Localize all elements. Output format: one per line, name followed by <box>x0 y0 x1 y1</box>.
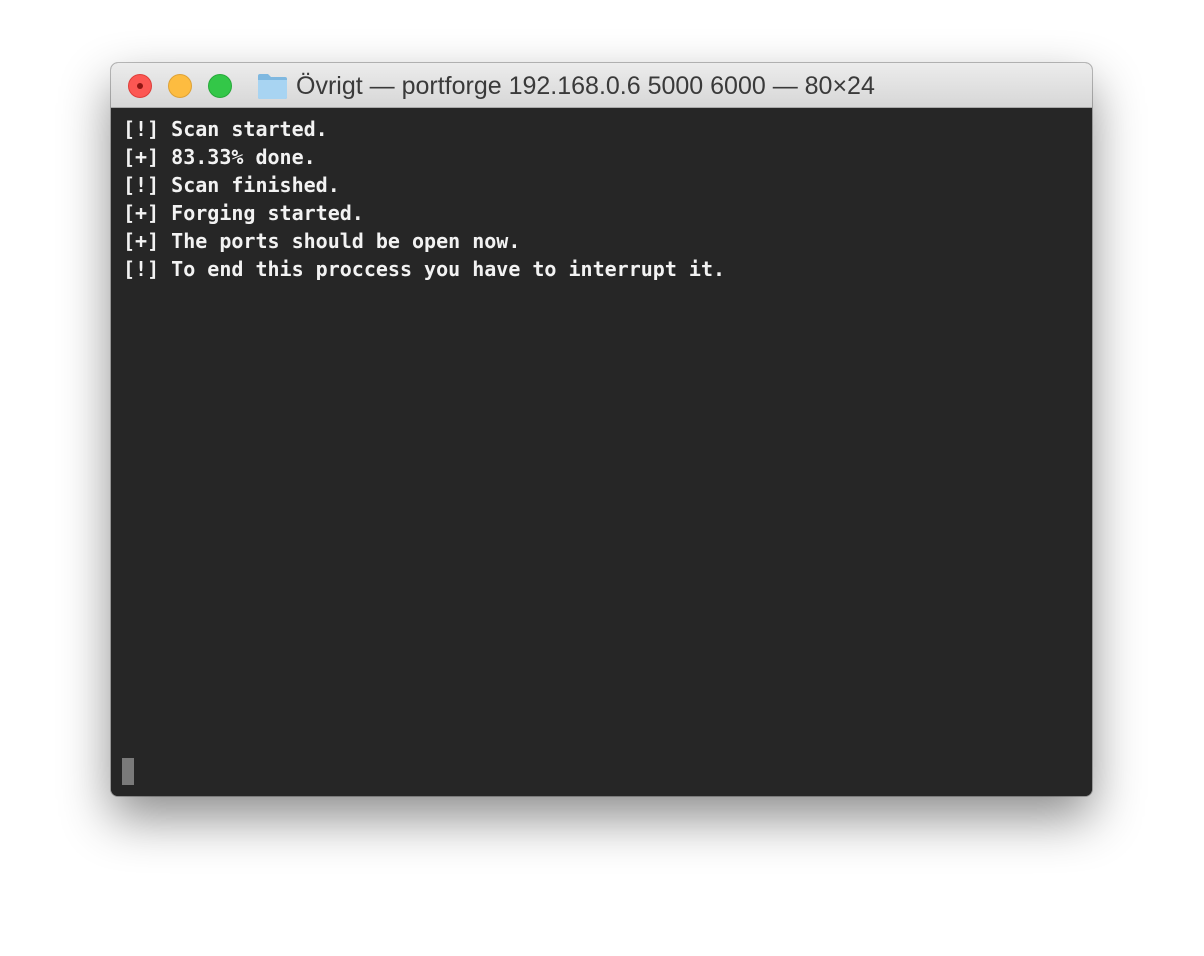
close-button[interactable] <box>128 74 152 98</box>
text-cursor <box>122 758 134 785</box>
terminal-line: [!] To end this proccess you have to int… <box>123 257 726 281</box>
terminal-line: [!] Scan finished. <box>123 173 340 197</box>
terminal-window: Övrigt — portforge 192.168.0.6 5000 6000… <box>111 63 1092 796</box>
close-icon <box>137 83 143 89</box>
terminal-line: [+] The ports should be open now. <box>123 229 521 253</box>
zoom-button[interactable] <box>208 74 232 98</box>
title-bar[interactable]: Övrigt — portforge 192.168.0.6 5000 6000… <box>111 63 1092 108</box>
minimize-button[interactable] <box>168 74 192 98</box>
terminal-line: [+] 83.33% done. <box>123 145 316 169</box>
terminal-line: [!] Scan started. <box>123 117 328 141</box>
window-title-text: Övrigt — portforge 192.168.0.6 5000 6000… <box>296 71 875 100</box>
terminal-line: [+] Forging started. <box>123 201 364 225</box>
folder-icon <box>258 74 287 99</box>
window-title: Övrigt — portforge 192.168.0.6 5000 6000… <box>257 71 875 101</box>
terminal-output[interactable]: [!] Scan started. [+] 83.33% done. [!] S… <box>111 108 1092 796</box>
